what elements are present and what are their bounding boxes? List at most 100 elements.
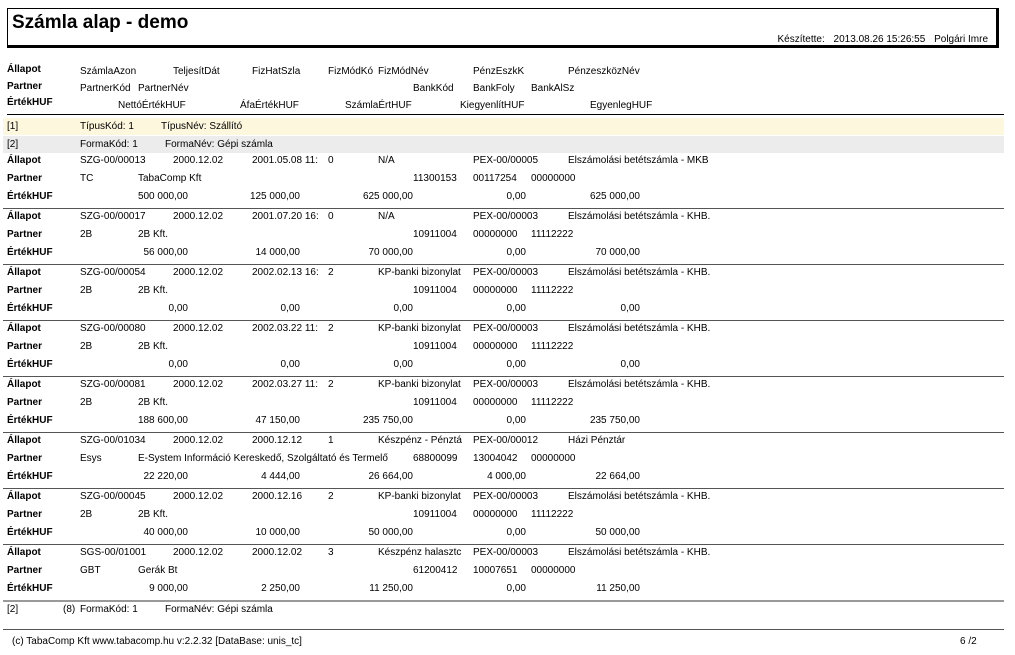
field-bankal: 11112222 [531,341,574,352]
field-penznev: Elszámolási betétszámla - KHB. [568,491,711,502]
field-pkod: 2B [80,229,93,240]
field-bankkod: 68800099 [413,453,458,464]
group-num: [1] [7,121,19,132]
field-szamla: 70 000,00 [368,247,414,258]
field-telj: 2000.12.02 [173,267,224,278]
row-label: Partner [7,341,43,352]
field-szamla: 0,00 [393,303,413,314]
field-afa: 14 000,00 [255,247,301,258]
field-bankkod: 10911004 [413,509,457,520]
field-penznev: Házi Pénztár [568,435,626,446]
group-footer-num: [2] [7,604,19,615]
field-fizhat: 2001.05.08 11: [252,155,318,166]
field-afa: 10 000,00 [255,527,301,538]
field-penzk: PEX-00/00003 [473,379,539,390]
field-netto: 56 000,00 [143,247,189,258]
field-telj: 2000.12.02 [173,379,224,390]
field-szamla: 26 664,00 [368,471,414,482]
row-label: Partner [7,173,43,184]
row-label: Állapot [7,211,41,222]
row-label: Partner [7,509,43,520]
field-fizmod: 2 [328,267,334,278]
field-kiegy: 0,00 [506,583,526,594]
field-pkod: 2B [80,397,93,408]
col-header: SzámlaAzon [80,66,137,77]
col-header: PartnerNév [138,83,189,94]
field-penznev: Elszámolási betétszámla - MKB [568,155,709,166]
field-bankfoly: 00000000 [473,229,518,240]
field-szamla: 625 000,00 [362,191,413,202]
field-fizmod: 0 [328,155,334,166]
field-azon: SZG-00/00054 [80,267,146,278]
field-fizmodnev: Készpénz halasztc [378,547,462,558]
field-pkod: Esys [80,453,102,464]
field-netto: 0,00 [168,359,188,370]
col-header: BankFoly [473,83,515,94]
record-divider [3,376,1004,377]
field-afa: 4 444,00 [261,471,300,482]
col-header: ÁfaÉrtékHUF [240,100,299,111]
field-fizmodnev: KP-banki bizonylat [378,267,461,278]
field-fizmodnev: KP-banki bizonylat [378,323,461,334]
field-fizmodnev: N/A [378,155,395,166]
field-penzk: PEX-00/00003 [473,323,539,334]
field-szamla: 0,00 [393,359,413,370]
field-egyenleg: 625 000,00 [589,191,640,202]
report-header: Számla alap - demo Készítette: 2013.08.2… [7,8,999,48]
field-szamla: 235 750,00 [362,415,413,426]
col-header: EgyenlegHUF [590,100,653,111]
created-date: 2013.08.26 15:26:55 [833,34,926,45]
field-pnev: TabaComp Kft [138,173,202,184]
field-afa: 0,00 [280,303,300,314]
field-fizmodnev: Készpénz - Pénztá [378,435,462,446]
group-kod: TípusKód: 1 [80,121,134,132]
field-telj: 2000.12.02 [173,155,224,166]
field-bankkod: 10911004 [413,341,457,352]
field-penzk: PEX-00/00003 [473,491,539,502]
report-title: Számla alap - demo [12,12,189,33]
field-azon: SZG-00/01034 [80,435,146,446]
field-pnev: E-System Információ Kereskedő, Szolgálta… [138,453,388,464]
field-bankal: 00000000 [531,565,576,576]
row-label: Állapot [7,267,41,278]
field-bankfoly: 00000000 [473,341,518,352]
header-divider [7,114,1004,115]
field-azon: SZG-00/00017 [80,211,146,222]
row-label: ÉrtékHUF [7,359,53,370]
field-bankal: 00000000 [531,453,576,464]
row-label: Partner [7,397,43,408]
field-netto: 188 600,00 [137,415,188,426]
row-label: Állapot [7,491,41,502]
created-label: Készítette: [777,34,825,45]
row-label: ÉrtékHUF [7,415,53,426]
group-kod: FormaKód: 1 [80,139,138,150]
col-header: PénzeszközNév [568,66,640,77]
created-info: Készítette: 2013.08.26 15:26:55 Polgári … [772,34,988,45]
field-fizhat: 2000.12.02 [252,547,303,558]
field-kiegy: 0,00 [506,527,526,538]
field-bankfoly: 00117254 [473,173,517,184]
field-pnev: 2B Kft. [138,285,169,296]
row-label: Állapot [7,547,41,558]
field-fizhat: 2002.03.27 11: [252,379,318,390]
field-szamla: 11 250,00 [369,583,413,594]
field-azon: SGS-00/01001 [80,547,147,558]
field-penznev: Elszámolási betétszámla - KHB. [568,267,711,278]
field-kiegy: 0,00 [506,303,526,314]
field-bankfoly: 10007651 [473,565,518,576]
field-telj: 2000.12.02 [173,211,224,222]
field-bankkod: 61200412 [413,565,458,576]
record-divider [3,544,1004,545]
field-bankal: 11112222 [531,509,574,520]
row-label: Állapot [7,155,41,166]
field-azon: SZG-00/00013 [80,155,146,166]
field-pnev: 2B Kft. [138,229,169,240]
group-num: [2] [7,139,19,150]
field-penzk: PEX-00/00003 [473,211,539,222]
field-bankal: 00000000 [531,173,576,184]
field-penznev: Elszámolási betétszámla - KHB. [568,379,711,390]
col-header: KiegyenlítHUF [460,100,525,111]
field-penzk: PEX-00/00003 [473,547,539,558]
field-kiegy: 0,00 [506,247,526,258]
col-header: PartnerKód [80,83,131,94]
